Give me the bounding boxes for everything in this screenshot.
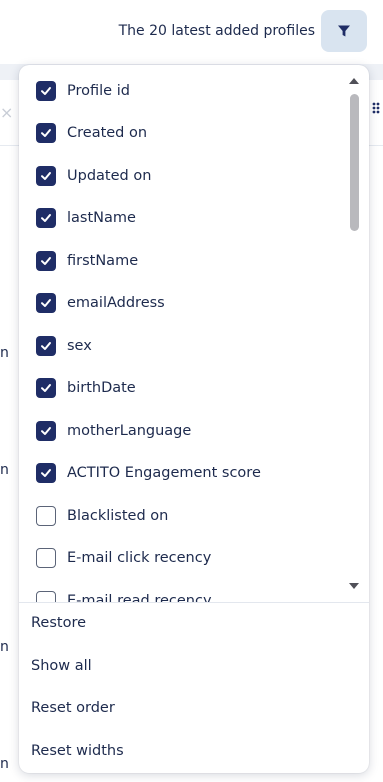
column-option-engagement-score[interactable]: ACTITO Engagement score — [19, 452, 349, 494]
column-option-label: ACTITO Engagement score — [67, 465, 261, 481]
column-option-label: Blacklisted on — [67, 508, 169, 524]
checkbox[interactable] — [36, 506, 56, 526]
page-title: The 20 latest added profiles — [118, 23, 315, 39]
column-list[interactable]: Profile id Created on Updated on lastNam… — [19, 65, 369, 602]
table-cell-fragment: n — [0, 462, 9, 478]
column-option-blacklisted-on[interactable]: Blacklisted on — [19, 495, 349, 537]
dropdown-divider — [19, 602, 369, 603]
column-picker-dropdown: Profile id Created on Updated on lastNam… — [19, 65, 369, 773]
scroll-down-icon[interactable] — [348, 581, 360, 591]
column-option-label: E-mail read recency — [67, 593, 212, 602]
column-option-profile-id[interactable]: Profile id — [19, 70, 349, 112]
check-icon — [41, 384, 51, 392]
filter-icon — [338, 25, 350, 37]
restore-button[interactable]: Restore — [31, 615, 86, 631]
check-icon — [41, 342, 51, 350]
column-option-label: emailAddress — [67, 295, 165, 311]
checkbox[interactable] — [36, 293, 56, 313]
column-option-lastname[interactable]: lastName — [19, 197, 349, 239]
checkbox[interactable] — [36, 463, 56, 483]
reset-order-button[interactable]: Reset order — [31, 700, 115, 716]
drag-handle-icon[interactable] — [371, 100, 381, 116]
reset-widths-button[interactable]: Reset widths — [31, 743, 124, 759]
column-option-motherlanguage[interactable]: motherLanguage — [19, 410, 349, 452]
check-icon — [41, 257, 51, 265]
checkbox[interactable] — [36, 591, 56, 602]
checkbox[interactable] — [36, 251, 56, 271]
column-option-label: Profile id — [67, 83, 130, 99]
checkbox[interactable] — [36, 81, 56, 101]
checkbox[interactable] — [36, 378, 56, 398]
checkbox[interactable] — [36, 421, 56, 441]
check-icon — [41, 172, 51, 180]
check-icon — [41, 469, 51, 477]
show-all-button[interactable]: Show all — [31, 658, 92, 674]
column-option-firstname[interactable]: firstName — [19, 240, 349, 282]
check-icon — [41, 129, 51, 137]
column-option-updated-on[interactable]: Updated on — [19, 155, 349, 197]
column-option-birthdate[interactable]: birthDate — [19, 367, 349, 409]
check-icon — [41, 427, 51, 435]
checkbox[interactable] — [36, 208, 56, 228]
check-icon — [41, 214, 51, 222]
checkbox[interactable] — [36, 123, 56, 143]
column-option-created-on[interactable]: Created on — [19, 112, 349, 154]
column-option-label: E-mail click recency — [67, 550, 212, 566]
column-option-email-read-recency[interactable]: E-mail read recency — [19, 580, 349, 602]
column-option-emailaddress[interactable]: emailAddress — [19, 282, 349, 324]
column-option-label: lastName — [67, 210, 136, 226]
filter-button[interactable] — [321, 10, 367, 52]
scrollbar-thumb[interactable] — [350, 94, 359, 231]
column-option-email-click-recency[interactable]: E-mail click recency — [19, 537, 349, 579]
checkbox[interactable] — [36, 166, 56, 186]
column-option-label: sex — [67, 338, 92, 354]
table-cell-fragment: n — [0, 756, 9, 772]
column-option-label: Updated on — [67, 168, 152, 184]
column-option-label: motherLanguage — [67, 423, 192, 439]
check-icon — [41, 299, 51, 307]
checkbox[interactable] — [36, 336, 56, 356]
checkbox[interactable] — [36, 548, 56, 568]
check-icon — [41, 87, 51, 95]
table-cell-fragment: n — [0, 639, 9, 655]
column-option-label: Created on — [67, 125, 148, 141]
close-icon[interactable]: × — [0, 103, 13, 122]
table-cell-fragment: n — [0, 345, 9, 361]
column-option-sex[interactable]: sex — [19, 325, 349, 367]
top-bar: The 20 latest added profiles — [0, 0, 383, 64]
scroll-up-icon[interactable] — [348, 76, 360, 86]
column-option-label: birthDate — [67, 380, 136, 396]
column-option-label: firstName — [67, 253, 139, 269]
